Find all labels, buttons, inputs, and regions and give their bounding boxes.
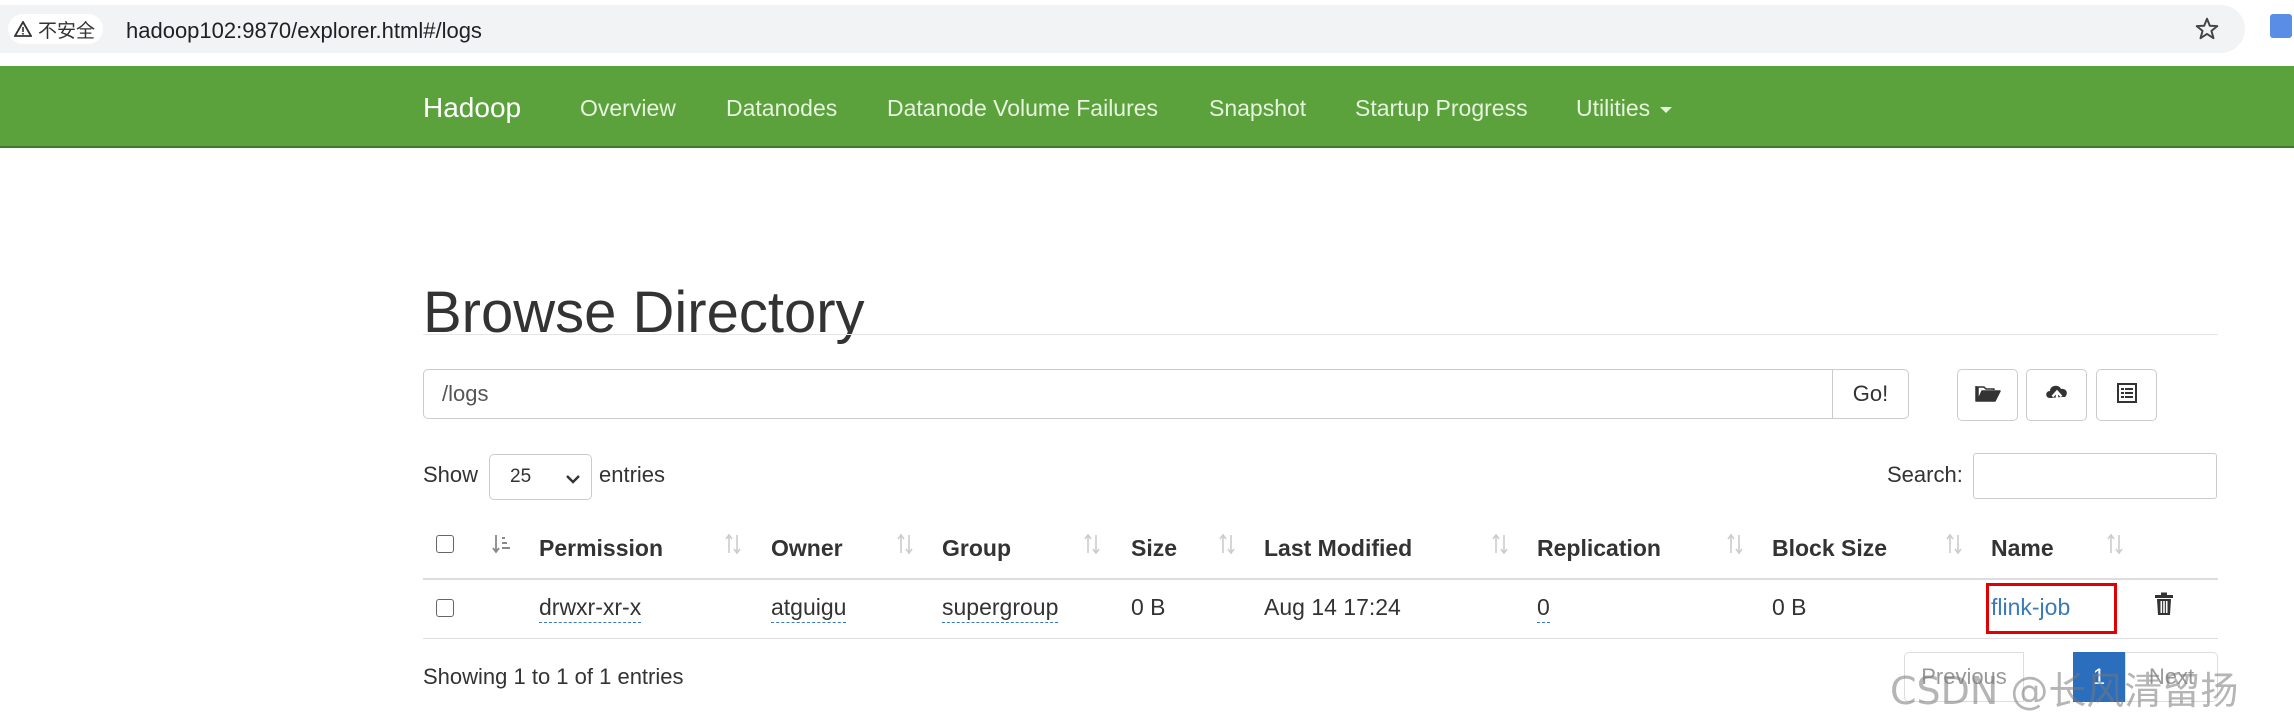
sort-both-icon[interactable] [1726,533,1744,560]
list-alt-icon [2116,382,2138,409]
url-text[interactable]: hadoop102:9870/explorer.html#/logs [126,18,482,44]
go-button[interactable]: Go! [1832,369,1909,419]
show-label: Show [423,462,479,487]
brand-logo[interactable]: Hadoop [423,92,521,124]
cloud-upload-icon [2044,382,2070,409]
sort-ascending-icon[interactable] [491,533,513,560]
table-header-divider [423,578,2218,580]
column-header-last-modified[interactable]: Last Modified [1264,535,1412,562]
group-link[interactable]: supergroup [942,594,1059,623]
sort-both-icon[interactable] [724,533,742,560]
row-divider [423,638,2218,639]
caret-down-icon [1660,106,1673,113]
cut-paste-button[interactable] [2096,369,2157,421]
sort-both-icon[interactable] [896,533,914,560]
cell-size: 0 B [1131,594,1166,620]
sort-both-icon[interactable] [1218,533,1236,560]
nav-startup-progress[interactable]: Startup Progress [1355,95,1528,122]
table-info: Showing 1 to 1 of 1 entries [423,664,684,689]
trash-icon[interactable] [2153,592,2175,621]
browser-toolbar: 不安全 hadoop102:9870/explorer.html#/logs [0,0,2294,60]
cell-owner[interactable]: atguigu [771,594,847,623]
search-input[interactable] [1973,453,2217,499]
bookmark-star-icon[interactable] [2194,16,2220,47]
highlight-annotation-box [1986,583,2117,634]
column-header-name[interactable]: Name [1991,535,2054,562]
column-header-owner[interactable]: Owner [771,535,843,562]
column-header-group[interactable]: Group [942,535,1011,562]
upload-file-button[interactable] [2026,369,2087,421]
nav-snapshot[interactable]: Snapshot [1209,95,1306,122]
nav-overview[interactable]: Overview [580,95,676,122]
entries-value: 25 [510,466,532,487]
folder-open-icon [1974,383,2001,408]
security-indicator[interactable]: 不安全 [8,14,104,44]
column-header-size[interactable]: Size [1131,535,1177,562]
extension-icon[interactable] [2270,14,2292,38]
search-label: Search: [1887,462,1963,487]
cell-replication[interactable]: 0 [1537,594,1550,623]
owner-link[interactable]: atguigu [771,594,847,623]
sort-both-icon[interactable] [1945,533,1963,560]
cell-permission[interactable]: drwxr-xr-x [539,594,642,623]
permission-link[interactable]: drwxr-xr-x [539,594,642,623]
cell-block-size: 0 B [1772,594,1807,620]
sort-both-icon[interactable] [1083,533,1101,560]
page-title: Browse Directory [423,279,865,345]
entries-label: entries [599,462,666,487]
csdn-watermark: CSDN @长风清留扬 [1890,669,2239,713]
entries-per-page-select[interactable]: 25 [489,454,592,500]
column-header-permission[interactable]: Permission [539,535,663,562]
cell-last-modified: Aug 14 17:24 [1264,594,1401,620]
row-checkbox[interactable] [436,599,454,617]
nav-utilities[interactable]: Utilities [1576,95,1673,122]
address-bar[interactable]: 不安全 hadoop102:9870/explorer.html#/logs [0,5,2245,53]
top-navbar: Hadoop Overview Datanodes Datanode Volum… [0,66,2294,148]
sort-both-icon[interactable] [1491,533,1509,560]
nav-utilities-label: Utilities [1576,95,1651,121]
column-header-replication[interactable]: Replication [1537,535,1661,562]
select-all-checkbox[interactable] [436,535,454,553]
nav-datanodes[interactable]: Datanodes [726,95,837,122]
create-directory-button[interactable] [1957,369,2018,421]
security-label: 不安全 [38,20,96,42]
column-header-block-size[interactable]: Block Size [1772,535,1887,562]
warning-icon [14,21,32,37]
cell-group[interactable]: supergroup [942,594,1059,623]
directory-path-input[interactable] [423,369,1833,419]
title-divider [423,334,2218,335]
sort-both-icon[interactable] [2106,533,2124,560]
replication-link[interactable]: 0 [1537,594,1550,623]
chevron-down-icon [565,469,581,491]
nav-datanode-volume-failures[interactable]: Datanode Volume Failures [887,95,1158,122]
